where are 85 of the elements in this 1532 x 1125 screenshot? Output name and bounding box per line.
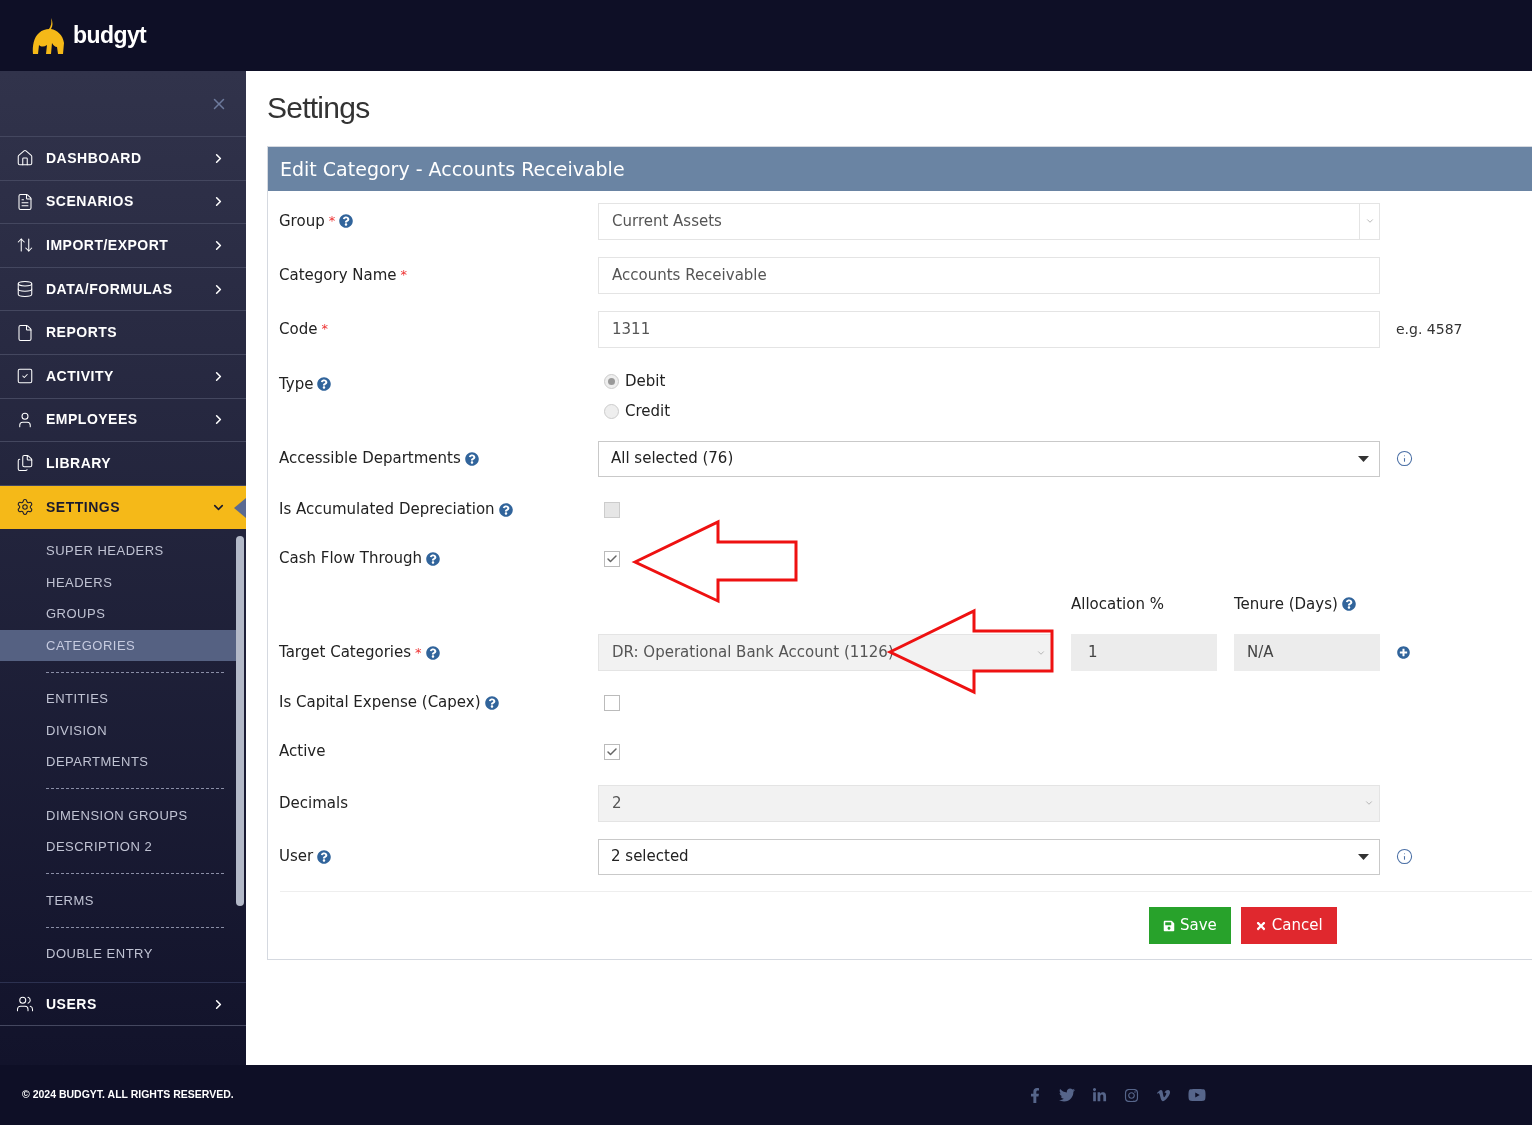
add-icon[interactable]	[1397, 646, 1410, 659]
caret-icon	[1358, 853, 1369, 860]
column-label: Allocation %	[1071, 593, 1165, 615]
field-label: Is Capital Expense (Capex)	[279, 692, 481, 714]
page-title: Settings	[267, 90, 371, 126]
field-label: Code	[279, 318, 318, 340]
field-label: Type	[279, 374, 314, 395]
required-mark: *	[400, 266, 408, 285]
submenu-item[interactable]: DESCRIPTION 2	[0, 831, 236, 863]
column-label: Tenure (Days)	[1234, 593, 1338, 615]
copyright-text: © 2024 BUDGYT. ALL RIGHTS RESERVED.	[22, 1087, 235, 1103]
document-icon	[16, 192, 34, 211]
required-mark: *	[328, 212, 336, 231]
help-icon[interactable]	[425, 645, 440, 660]
select-field[interactable]: Current Assets	[598, 202, 1380, 240]
vimeo-icon[interactable]	[1156, 1087, 1171, 1103]
allocation-field[interactable]: 1	[1071, 634, 1217, 671]
scrollbar-thumb[interactable]	[236, 536, 244, 907]
multiselect-field[interactable]: All selected (76)	[598, 440, 1380, 477]
checkbox[interactable]	[604, 694, 620, 711]
help-icon[interactable]	[317, 849, 332, 864]
house-icon	[16, 149, 34, 168]
x-icon	[1254, 919, 1267, 932]
instagram-icon[interactable]	[1124, 1087, 1139, 1103]
submenu-item[interactable]: TERMS	[0, 884, 236, 917]
submenu-item[interactable]: HEADERS	[0, 566, 236, 599]
check-icon	[606, 552, 618, 565]
brand-name: budgyt	[73, 21, 147, 51]
twitter-icon[interactable]	[1059, 1087, 1075, 1103]
submenu-item[interactable]: SUPER HEADERS	[0, 535, 236, 567]
field-label: Category Name	[279, 264, 397, 286]
youtube-icon[interactable]	[1188, 1086, 1206, 1104]
check-icon	[606, 745, 618, 758]
select-field[interactable]: DR: Operational Bank Account (1126)	[598, 634, 1053, 671]
file-icon	[16, 323, 34, 342]
caret-icon	[1358, 455, 1369, 462]
text-field[interactable]: 1311	[598, 310, 1380, 348]
field-label: Accessible Departments	[279, 448, 461, 470]
help-icon[interactable]	[484, 695, 499, 710]
checkbox-icon	[16, 367, 34, 386]
person-icon	[16, 410, 34, 429]
cancel-button[interactable]: Cancel	[1240, 907, 1337, 944]
submenu-item[interactable]: DOUBLE ENTRY	[0, 938, 236, 970]
chevron-icon	[1364, 216, 1375, 226]
info-icon[interactable]	[1396, 848, 1413, 865]
field-label: Cash Flow Through	[279, 548, 422, 570]
hint-text: e.g. 4587	[1396, 319, 1463, 339]
radio-option[interactable]: Debit	[604, 370, 671, 392]
required-mark: *	[321, 320, 328, 339]
submenu-item[interactable]: DIMENSION GROUPS	[0, 799, 236, 832]
arrows-icon	[16, 236, 34, 255]
required-mark: *	[415, 643, 422, 662]
submenu-item[interactable]: DIVISION	[0, 714, 236, 747]
help-icon[interactable]	[1341, 596, 1356, 611]
floppy-icon	[1163, 919, 1175, 932]
nav-item[interactable]: SETTINGS	[0, 485, 246, 530]
text-field[interactable]: Accounts Receivable	[598, 256, 1380, 294]
help-icon[interactable]	[426, 551, 440, 566]
help-icon[interactable]	[339, 214, 354, 228]
people-icon	[16, 995, 34, 1014]
field-label: User	[279, 846, 314, 868]
submenu-item[interactable]: DEPARTMENTS	[0, 746, 236, 778]
field-label: Group	[279, 210, 325, 232]
field-label: Active	[279, 741, 326, 763]
help-icon[interactable]	[317, 377, 332, 392]
facebook-icon[interactable]	[1028, 1087, 1042, 1103]
submenu-item[interactable]: CATEGORIES	[0, 629, 236, 662]
database-icon	[16, 280, 34, 299]
files-icon	[16, 454, 34, 473]
checkbox[interactable]	[604, 743, 620, 760]
field-label: Is Accumulated Depreciation	[279, 499, 495, 521]
submenu-item[interactable]: ENTITIES	[0, 683, 236, 715]
chevron-icon	[1364, 798, 1374, 808]
linkedin-icon[interactable]	[1092, 1087, 1107, 1103]
field-label: Decimals	[279, 792, 348, 814]
gear-icon	[16, 498, 34, 517]
submenu-item[interactable]: GROUPS	[0, 598, 236, 630]
info-icon[interactable]	[1396, 450, 1413, 467]
card-title: Edit Category - Accounts Receivable	[280, 156, 625, 182]
radio-option[interactable]: Credit	[604, 400, 671, 422]
field-label: Target Categories	[279, 642, 412, 664]
multiselect-field[interactable]: 2 selected	[598, 838, 1380, 875]
tenure-field[interactable]: N/A	[1234, 634, 1380, 671]
checkbox[interactable]	[604, 550, 620, 567]
help-icon[interactable]	[464, 451, 479, 466]
